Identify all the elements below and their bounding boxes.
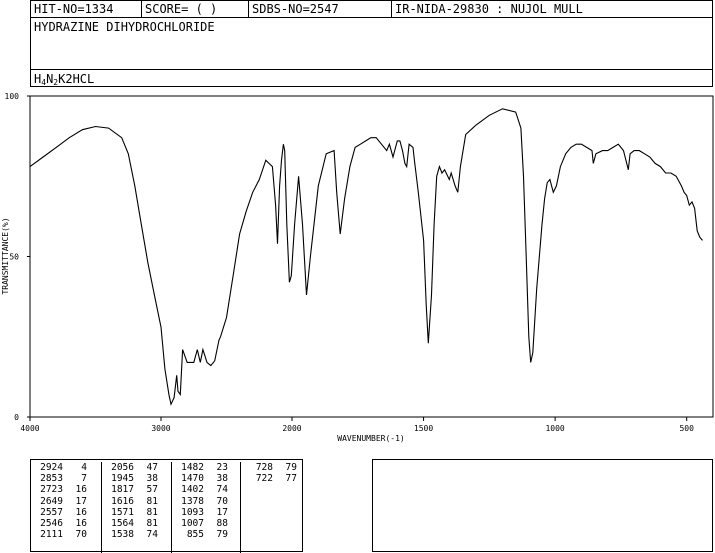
peak-wavenumber: 1945 bbox=[111, 473, 134, 485]
peak-wavenumber: 2557 bbox=[40, 506, 63, 518]
peak-row: 1571 81 bbox=[102, 507, 171, 518]
peak-transmittance: 74 bbox=[216, 484, 228, 496]
peak-table-body: 2924 4 2853 7 2723 16 2649 17 2557 16 2546 16 2111 70… bbox=[31, 462, 302, 553]
peak-row: 2557 16 bbox=[31, 507, 101, 518]
peak-wavenumber: 2723 bbox=[40, 484, 63, 496]
peak-row: 1616 81 bbox=[102, 496, 171, 507]
peak-transmittance: 16 bbox=[75, 506, 87, 518]
peak-wavenumber: 1616 bbox=[111, 495, 134, 507]
peak-wavenumber: 1378 bbox=[181, 495, 204, 507]
peak-wavenumber: 1007 bbox=[181, 517, 204, 529]
peak-wavenumber: 2056 bbox=[111, 462, 134, 473]
x-axis-label: WAVENUMBER(-1) bbox=[337, 434, 404, 443]
peak-transmittance: 79 bbox=[216, 529, 228, 541]
peak-row: 2546 16 bbox=[31, 518, 101, 529]
peak-transmittance: 17 bbox=[75, 495, 87, 507]
peak-transmittance: 38 bbox=[216, 473, 228, 485]
peak-transmittance: 23 bbox=[216, 462, 228, 473]
peak-transmittance: 47 bbox=[146, 462, 158, 473]
peak-wavenumber: 1402 bbox=[181, 484, 204, 496]
peak-row: 722 77 bbox=[241, 473, 302, 484]
peak-row: 728 79 bbox=[241, 462, 302, 473]
y-tick-label: 100 bbox=[5, 92, 20, 101]
peak-transmittance: 7 bbox=[81, 473, 87, 485]
peak-transmittance: 81 bbox=[146, 506, 158, 518]
peak-wavenumber: 855 bbox=[186, 529, 204, 541]
peak-transmittance: 70 bbox=[75, 529, 87, 541]
peak-row: 2723 16 bbox=[31, 484, 101, 495]
peak-wavenumber: 2546 bbox=[40, 517, 63, 529]
peak-row: 1378 70 bbox=[172, 496, 240, 507]
peak-transmittance: 16 bbox=[75, 484, 87, 496]
x-tick-label: 4000 bbox=[20, 424, 39, 433]
peak-column: 2924 4 2853 7 2723 16 2649 17 2557 16 2546 16 2111 70 bbox=[31, 462, 102, 553]
peak-transmittance: 74 bbox=[146, 529, 158, 541]
peak-wavenumber: 728 bbox=[255, 462, 273, 473]
structure-box bbox=[372, 459, 713, 552]
x-tick-label: 3000 bbox=[151, 424, 170, 433]
peak-column: 728 79 722 77 bbox=[241, 462, 302, 553]
y-tick-label: 50 bbox=[9, 253, 19, 262]
peak-wavenumber: 2853 bbox=[40, 473, 63, 485]
peak-row: 1817 57 bbox=[102, 484, 171, 495]
peak-transmittance: 81 bbox=[146, 495, 158, 507]
peak-row: 1470 38 bbox=[172, 473, 240, 484]
spectrum-line bbox=[29, 108, 703, 406]
peak-transmittance: 79 bbox=[285, 462, 297, 473]
peak-row: 2649 17 bbox=[31, 496, 101, 507]
peak-row: 1093 17 bbox=[172, 507, 240, 518]
x-axis-ticks: 4000 3000 2000 1500 1000 500 bbox=[20, 417, 694, 433]
peak-row: 1482 23 bbox=[172, 462, 240, 473]
peak-wavenumber: 1470 bbox=[181, 473, 204, 485]
x-tick-label: 2000 bbox=[282, 424, 301, 433]
peak-row: 1564 81 bbox=[102, 518, 171, 529]
peak-row: 2853 7 bbox=[31, 473, 101, 484]
peak-row: 1538 74 bbox=[102, 529, 171, 540]
peak-row: 1007 88 bbox=[172, 518, 240, 529]
peak-row: 1945 38 bbox=[102, 473, 171, 484]
peak-row: 2924 4 bbox=[31, 462, 101, 473]
peak-transmittance: 16 bbox=[75, 517, 87, 529]
peak-table: 2924 4 2853 7 2723 16 2649 17 2557 16 2546 16 2111 70… bbox=[30, 459, 303, 553]
peak-wavenumber: 722 bbox=[255, 473, 273, 485]
peak-wavenumber: 2649 bbox=[40, 495, 63, 507]
plot-frame bbox=[29, 95, 714, 418]
x-tick-label: 500 bbox=[679, 424, 694, 433]
peak-wavenumber: 1093 bbox=[181, 506, 204, 518]
peak-transmittance: 81 bbox=[146, 517, 158, 529]
peak-wavenumber: 1538 bbox=[111, 529, 134, 541]
peak-wavenumber: 1482 bbox=[181, 462, 204, 473]
peak-wavenumber: 2111 bbox=[40, 529, 63, 541]
ir-spectrum-chart: 100500 4000 3000 2000 1500 1000 500 WAVENUMBE… bbox=[1, 92, 714, 443]
peak-row: 2056 47 bbox=[102, 462, 171, 473]
peak-transmittance: 4 bbox=[81, 462, 87, 473]
peak-wavenumber: 1571 bbox=[111, 506, 134, 518]
peak-row: 2111 70 bbox=[31, 529, 101, 540]
y-axis-label: TRANSMITTANCE(%) bbox=[1, 217, 10, 294]
peak-row: 1402 74 bbox=[172, 484, 240, 495]
peak-wavenumber: 1817 bbox=[111, 484, 134, 496]
peak-row: 855 79 bbox=[172, 529, 240, 540]
y-tick-label: 0 bbox=[14, 413, 19, 422]
peak-transmittance: 70 bbox=[216, 495, 228, 507]
peak-column: 2056 47 1945 38 1817 57 1616 81 1571 81 1564 81 1538… bbox=[102, 462, 172, 553]
peak-wavenumber: 2924 bbox=[40, 462, 63, 473]
peak-transmittance: 77 bbox=[285, 473, 297, 485]
x-tick-label: 1500 bbox=[414, 424, 433, 433]
peak-transmittance: 57 bbox=[146, 484, 158, 496]
peak-wavenumber: 1564 bbox=[111, 517, 134, 529]
x-tick-label: 1000 bbox=[545, 424, 564, 433]
peak-transmittance: 17 bbox=[216, 506, 228, 518]
peak-transmittance: 38 bbox=[146, 473, 158, 485]
peak-column: 1482 23 1470 38 1402 74 1378 70 1093 17 1007 88 855 7… bbox=[172, 462, 241, 553]
peak-transmittance: 88 bbox=[216, 517, 228, 529]
